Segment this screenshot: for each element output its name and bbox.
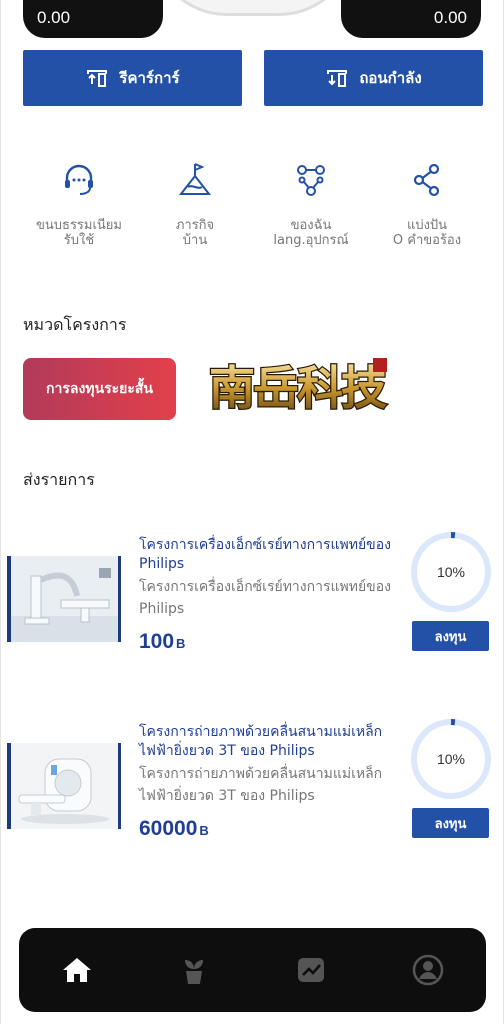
quick-label-device: ของฉัน lang.อุปกรณ์ (273, 218, 349, 248)
invest-button[interactable]: ลงทุน (412, 621, 489, 651)
price-unit: B (176, 636, 186, 651)
category-section-title: หมวดโครงการ (23, 315, 127, 334)
project-description: โครงการเครื่องเอ็กซ์เรย์ทางการแพทย์ของ P… (139, 579, 391, 617)
withdraw-icon (327, 70, 348, 87)
nav-chart[interactable] (286, 945, 336, 995)
balance-right: 0.00 (341, 0, 481, 38)
project-card[interactable]: โครงการเครื่องเอ็กซ์เรย์ทางการแพทย์ของ P… (1, 528, 504, 678)
quick-item-share[interactable]: แบ่งปัน O คำขอร้อง (369, 160, 485, 248)
progress-percent: 10% (436, 564, 466, 580)
nav-product[interactable] (169, 945, 219, 995)
share-icon (413, 163, 440, 197)
category-pill-short-term[interactable]: การลงทุนระยะสั้น (23, 358, 176, 420)
plant-icon (185, 960, 204, 984)
nav-profile[interactable] (403, 945, 453, 995)
withdraw-label: ถอนกำลัง (359, 69, 422, 87)
quick-item-service[interactable]: ขนบธรรมเนียม รับใช้ (21, 160, 137, 248)
mri-machine-image (7, 743, 121, 829)
project-title[interactable]: โครงการถ่ายภาพด้วยคลื่นสนามแม่เหล็กไฟฟ้า… (139, 723, 401, 761)
quick-item-device[interactable]: ของฉัน lang.อุปกรณ์ (253, 160, 369, 248)
invest-button[interactable]: ลงทุน (412, 808, 489, 838)
svg-text:南岳科技: 南岳科技 (209, 361, 387, 415)
recharge-icon (87, 70, 108, 87)
quick-label-share: แบ่งปัน O คำขอร้อง (392, 218, 462, 248)
recharge-label: รีคาร์การ์ (119, 69, 180, 87)
list-section-title: ส่งรายการ (23, 470, 95, 489)
project-card[interactable]: โครงการถ่ายภาพด้วยคลื่นสนามแม่เหล็กไฟฟ้า… (1, 715, 504, 865)
quick-menu: ขนบธรรมเนียม รับใช้ ภารกิจ บ้าน ของฉัน l… (21, 160, 485, 248)
progress-percent: 10% (436, 751, 466, 767)
network-icon (297, 165, 325, 196)
quick-label-task: ภารกิจ บ้าน (175, 218, 215, 248)
price-value: 100 (139, 630, 175, 653)
header-arc (151, 0, 355, 16)
task-flag-icon (178, 163, 212, 195)
nav-home[interactable] (52, 945, 102, 995)
balance-left: 0.00 (23, 0, 163, 38)
quick-label-service: ขนบธรรมเนียม รับใช้ (35, 218, 122, 248)
withdraw-button[interactable]: ถอนกำลัง (264, 50, 483, 106)
price-unit: B (199, 823, 209, 838)
recharge-button[interactable]: รีคาร์การ์ (23, 50, 242, 106)
project-description: โครงการถ่ายภาพด้วยคลื่นสนามแม่เหล็กไฟฟ้า… (139, 766, 383, 804)
quick-item-task[interactable]: ภารกิจ บ้าน (137, 160, 253, 248)
project-price: 60000 B (139, 817, 209, 841)
project-price: 100 B (139, 630, 185, 654)
nanyue-tech-logo[interactable]: 南岳科技 (197, 352, 397, 422)
page: 0.00 0.00 รีคาร์การ์ ถอนกำลัง ขนบธรรมเนี… (0, 0, 504, 1024)
user-icon (412, 954, 443, 986)
project-title[interactable]: โครงการเครื่องเอ็กซ์เรย์ทางการแพทย์ของ P… (139, 536, 401, 574)
headset-icon (65, 164, 93, 195)
price-value: 60000 (139, 817, 198, 840)
home-icon (63, 958, 92, 982)
bottom-nav (19, 928, 486, 1012)
xray-machine-image (7, 556, 121, 642)
chart-icon (297, 958, 324, 982)
